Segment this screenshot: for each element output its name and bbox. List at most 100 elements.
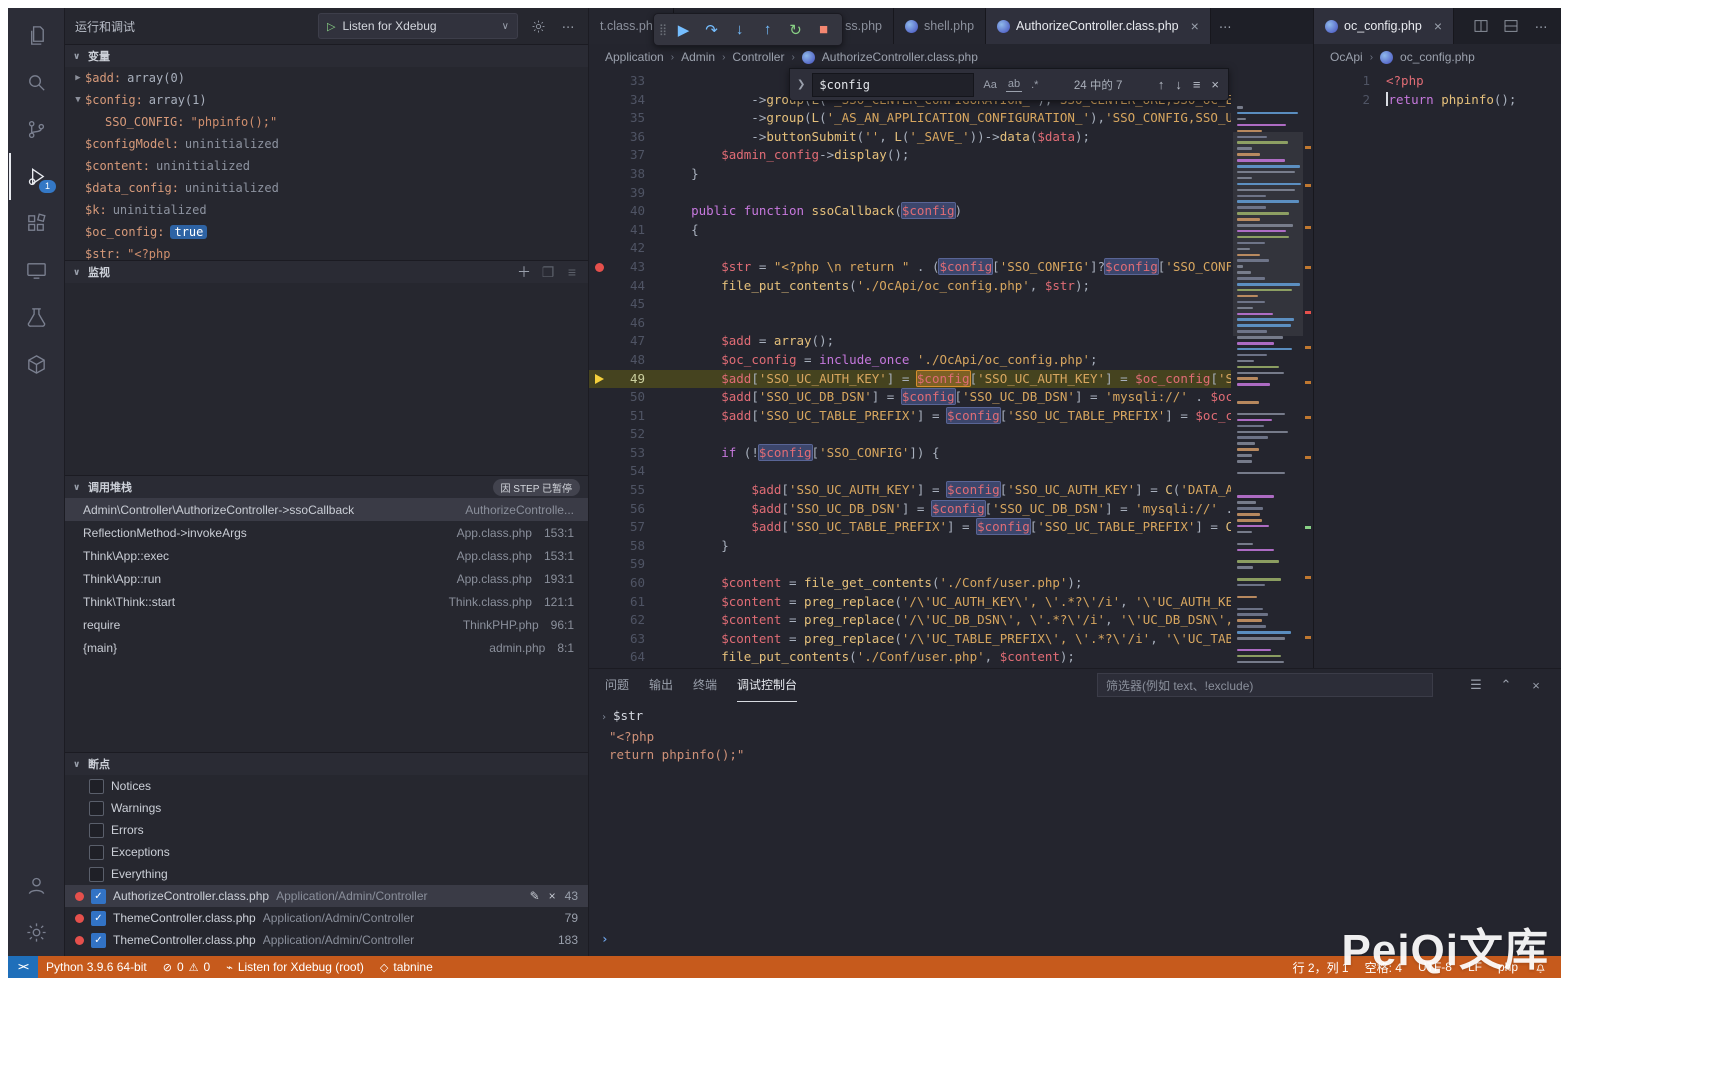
checkbox-checked[interactable]: ✓ <box>91 933 106 948</box>
variables-header[interactable]: ∨ 变量 <box>65 45 588 67</box>
call-stack-frame[interactable]: Think\App::execApp.class.php153:1 <box>65 544 588 567</box>
more-actions-icon[interactable]: ⋯ <box>1531 16 1551 36</box>
code-line[interactable]: 2return phpinfo(); <box>1314 91 1553 110</box>
line-number[interactable]: 35 <box>609 109 645 128</box>
code-line[interactable]: 61 $content = preg_replace('/\'UC_AUTH_K… <box>589 593 1231 612</box>
step-out-icon[interactable]: ↑ <box>754 17 781 43</box>
call-stack-frame[interactable]: Think\App::runApp.class.php193:1 <box>65 567 588 590</box>
code-line[interactable]: 50 $add['SSO_UC_DB_DSN'] = $config['SSO_… <box>589 388 1231 407</box>
encoding[interactable]: UTF-8 <box>1410 956 1460 978</box>
code-line[interactable]: 55 $add['SSO_UC_AUTH_KEY'] = $config['SS… <box>589 481 1231 500</box>
line-number[interactable]: 46 <box>609 314 645 333</box>
breadcrumb-item[interactable]: Admin <box>681 50 715 64</box>
code-line[interactable]: 47 $add = array(); <box>589 332 1231 351</box>
line-number[interactable]: 50 <box>609 388 645 407</box>
checkbox-checked[interactable]: ✓ <box>91 889 106 904</box>
line-number[interactable]: 44 <box>609 277 645 296</box>
variable-row[interactable]: $content:uninitialized <box>65 155 588 177</box>
code-line[interactable]: 59 <box>589 555 1231 574</box>
variable-row[interactable]: $configModel:uninitialized <box>65 133 588 155</box>
search-icon[interactable] <box>9 59 63 106</box>
checkbox-unchecked[interactable] <box>89 845 104 860</box>
line-number[interactable]: 42 <box>609 239 645 258</box>
breakpoint-icon[interactable] <box>595 263 604 272</box>
tab-shell-php[interactable]: shell.php <box>894 8 986 44</box>
more-tabs-icon[interactable]: ⋯ <box>1211 8 1240 44</box>
launch-config-dropdown[interactable]: ▷ Listen for Xdebug ∨ <box>318 13 518 39</box>
code-line[interactable]: 36 ->buttonSubmit('', L('_SAVE_'))->data… <box>589 128 1231 147</box>
problems-status[interactable]: ⊘0 ⚠0 <box>155 956 218 978</box>
code-line[interactable]: 64 file_put_contents('./Conf/user.php', … <box>589 648 1231 667</box>
code-line[interactable]: 44 file_put_contents('./OcApi/oc_config.… <box>589 277 1231 296</box>
line-number[interactable]: 34 <box>609 91 645 110</box>
line-number[interactable]: 58 <box>609 537 645 556</box>
debug-gear-icon[interactable] <box>528 16 548 36</box>
code-line[interactable]: 42 <box>589 239 1231 258</box>
remote-explorer-icon[interactable] <box>9 247 63 294</box>
testing-icon[interactable] <box>9 294 63 341</box>
code-line[interactable]: 54 <box>589 462 1231 481</box>
run-and-debug-icon[interactable]: 1 <box>9 153 63 200</box>
line-number[interactable]: 64 <box>609 648 645 667</box>
close-icon[interactable]: × <box>1209 77 1221 92</box>
code-line[interactable]: 1<?php <box>1314 72 1553 91</box>
line-number[interactable]: 40 <box>609 202 645 221</box>
code-line[interactable]: 62 $content = preg_replace('/\'UC_DB_DSN… <box>589 611 1231 630</box>
tab-authorizecontroller-class-php[interactable]: AuthorizeController.class.php × <box>986 8 1211 44</box>
console-line[interactable]: return phpinfo();" <box>601 746 1561 765</box>
code-line[interactable]: 63 $content = preg_replace('/\'UC_TABLE_… <box>589 630 1231 649</box>
breadcrumb-item[interactable]: Application <box>605 50 664 64</box>
twistie-icon[interactable]: › <box>601 712 607 723</box>
split-editor-icon[interactable] <box>1471 16 1491 36</box>
code-line[interactable]: 58 } <box>589 537 1231 556</box>
line-number[interactable]: 39 <box>609 184 645 203</box>
call-stack-frame[interactable]: Admin\Controller\AuthorizeController->ss… <box>65 498 588 521</box>
line-number[interactable]: 41 <box>609 221 645 240</box>
breakpoint-toggle[interactable]: Warnings <box>65 797 588 819</box>
console-line[interactable]: "<?php <box>601 728 1561 747</box>
breakpoints-header[interactable]: ∨ 断点 <box>65 753 588 775</box>
call-stack-header[interactable]: ∨ 调用堆栈 因 STEP 已暂停 <box>65 476 588 498</box>
watch-header[interactable]: ∨ 监视 ＋ ❐ ≡ <box>65 261 588 283</box>
code-line[interactable]: 35 ->group(L('_AS_AN_APPLICATION_CONFIGU… <box>589 109 1231 128</box>
line-number[interactable]: 48 <box>609 351 645 370</box>
maximize-panel-icon[interactable]: ⌃ <box>1497 676 1515 694</box>
code-editor[interactable]: 3334 ->group(L('_SSO_CENTER_CONFIGURATIO… <box>589 70 1313 668</box>
line-number[interactable]: 55 <box>609 481 645 500</box>
breadcrumb-item[interactable]: oc_config.php <box>1400 50 1475 64</box>
next-match-icon[interactable]: ↓ <box>1173 77 1184 92</box>
breakpoint-toggle[interactable]: Notices <box>65 775 588 797</box>
whole-word-icon[interactable]: ab <box>1006 77 1022 92</box>
checkbox-checked[interactable]: ✓ <box>91 911 106 926</box>
code-line[interactable]: 46 <box>589 314 1231 333</box>
line-number[interactable]: 52 <box>609 425 645 444</box>
checkbox-unchecked[interactable] <box>89 823 104 838</box>
line-number[interactable]: 59 <box>609 555 645 574</box>
match-case-icon[interactable]: Aa <box>981 78 998 92</box>
checkbox-unchecked[interactable] <box>89 779 104 794</box>
settings-gear-icon[interactable] <box>9 909 63 956</box>
code-line[interactable]: 43 $str = "<?php \n return " . ($config[… <box>589 258 1231 277</box>
edit-breakpoint-icon[interactable]: ✎ <box>530 889 540 903</box>
minimap[interactable] <box>1233 106 1303 666</box>
restart-icon[interactable]: ↻ <box>782 17 809 43</box>
code-line[interactable]: 48 $oc_config = include_once './OcApi/oc… <box>589 351 1231 370</box>
line-number[interactable]: 54 <box>609 462 645 481</box>
tab-terminal[interactable]: 终端 <box>693 669 717 702</box>
more-actions-icon[interactable]: ⋯ <box>558 16 578 36</box>
call-stack-frame[interactable]: ReflectionMethod->invokeArgsApp.class.ph… <box>65 521 588 544</box>
line-number[interactable]: 49 <box>609 370 645 389</box>
breakpoint-row[interactable]: ✓AuthorizeController.class.phpApplicatio… <box>65 885 588 907</box>
breakpoint-toggle[interactable]: Exceptions <box>65 841 588 863</box>
line-number[interactable]: 62 <box>609 611 645 630</box>
variable-row[interactable]: SSO_CONFIG:"phpinfo();" <box>65 111 588 133</box>
continue-icon[interactable]: ▶ <box>670 17 697 43</box>
line-number[interactable]: 60 <box>609 574 645 593</box>
copy-value-icon[interactable]: ❐ <box>540 264 556 280</box>
minimap-slider[interactable] <box>1233 132 1303 336</box>
breadcrumb-item[interactable]: AuthorizeController.class.php <box>822 50 978 64</box>
breakpoint-toggle[interactable]: Errors <box>65 819 588 841</box>
variable-row[interactable]: $k:uninitialized <box>65 199 588 221</box>
breadcrumb-item[interactable]: Controller <box>732 50 784 64</box>
code-line[interactable]: 40 public function ssoCallback($config) <box>589 202 1231 221</box>
